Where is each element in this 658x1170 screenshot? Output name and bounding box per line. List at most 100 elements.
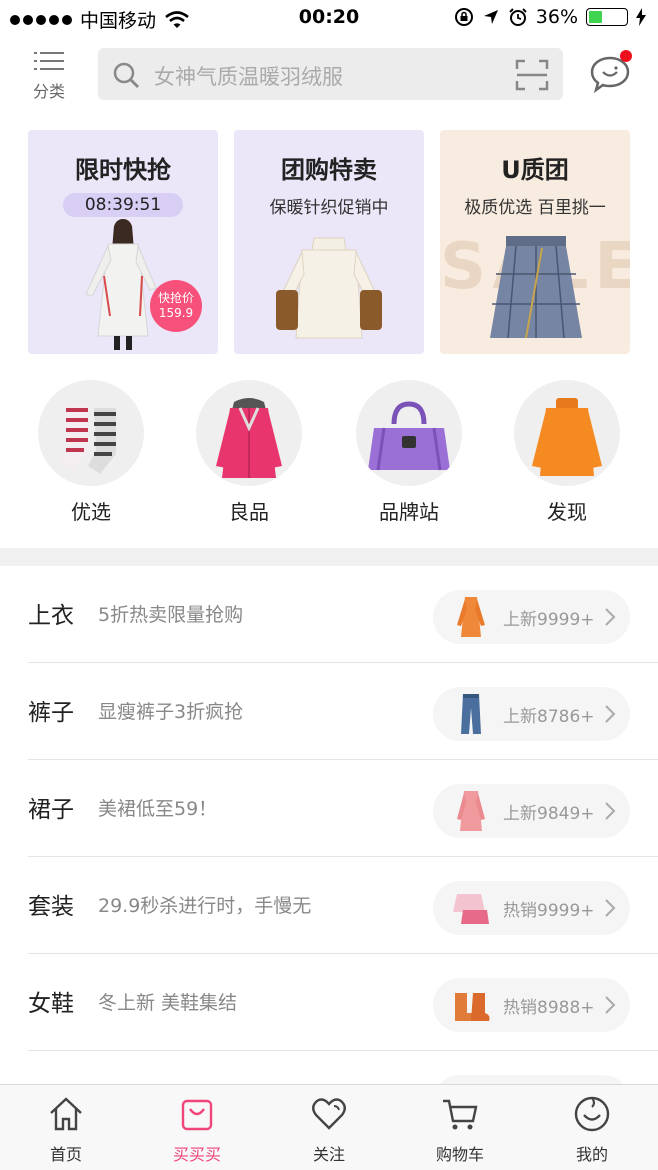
promo-group-buy[interactable]: 团购特卖 保暖针织促销中	[234, 130, 424, 354]
alarm-icon	[509, 8, 527, 26]
category-label: 良品	[229, 500, 269, 524]
outfit-icon	[453, 894, 489, 924]
socks-icon	[60, 404, 116, 474]
status-bar: 中国移动 00:20 36%	[0, 0, 658, 38]
pink-coat-icon	[457, 791, 485, 831]
list-item[interactable]: 上衣 5折热卖限量抢购 上新9999+	[0, 566, 658, 663]
countdown-timer: 08:39:51	[62, 193, 184, 217]
handbag-icon	[368, 401, 450, 471]
category-circle	[356, 380, 462, 486]
message-button[interactable]	[588, 50, 634, 98]
pill-label: 上新9999+	[503, 610, 595, 630]
new-items-pill[interactable]: 上新9849+	[433, 784, 630, 838]
tab-label: 我的	[575, 1145, 608, 1164]
chevron-right-icon	[605, 996, 616, 1014]
tab-follow[interactable]: 关注	[279, 1095, 379, 1165]
list-icon	[34, 50, 64, 72]
category-label: 分类	[32, 82, 65, 101]
pill-label: 热销9999+	[503, 901, 595, 921]
home-icon	[50, 1097, 82, 1131]
battery-percent: 36%	[535, 6, 578, 28]
top-header: 分类 女神气质温暖羽绒服	[0, 44, 658, 108]
category-label: 品牌站	[379, 500, 439, 524]
sweater-icon	[532, 398, 602, 476]
category-brand-station[interactable]: 品牌站	[356, 380, 462, 525]
promo-subtitle: 极质优选 百里挑一	[464, 198, 606, 218]
status-right: 36%	[454, 6, 646, 28]
notification-dot	[620, 50, 632, 62]
list-item[interactable]: 裙子 美裙低至59！ 上新9849+	[0, 760, 658, 857]
battery-icon	[586, 8, 628, 26]
chevron-right-icon	[605, 899, 616, 917]
category-circle	[38, 380, 144, 486]
shopping-bag-icon	[181, 1099, 213, 1131]
row-subtitle: 美裙低至59！	[98, 798, 218, 820]
promo-flash-sale[interactable]: 限时快抢 08:39:51 快抢价 159.9	[28, 130, 218, 354]
bottom-tab-bar: 首页 买买买 关注 购物车 我的	[0, 1084, 658, 1170]
pill-label: 上新9849+	[503, 804, 595, 824]
search-input[interactable]: 女神气质温暖羽绒服	[154, 61, 343, 91]
promo-subtitle: 保暖针织促销中	[269, 198, 389, 218]
tab-home[interactable]: 首页	[16, 1095, 116, 1165]
profile-icon	[574, 1096, 610, 1132]
promo-title: 限时快抢	[75, 156, 171, 184]
category-liangpin[interactable]: 良品	[196, 380, 302, 525]
hot-items-pill[interactable]: 热销9999+	[433, 881, 630, 935]
sweater-image	[276, 237, 382, 339]
price-badge-label: 快抢价	[157, 291, 194, 305]
price-badge-value: 159.9	[158, 306, 194, 320]
model-coat-image	[85, 219, 157, 350]
cart-icon	[443, 1099, 478, 1130]
trench-coat-icon	[457, 597, 485, 637]
location-icon	[483, 10, 498, 24]
search-icon	[113, 62, 139, 88]
promo-quality-group[interactable]: SALE U质团 极质优选 百里挑一	[440, 130, 630, 354]
tab-label: 购物车	[435, 1145, 484, 1164]
row-title: 女鞋	[28, 991, 74, 1017]
charging-icon	[636, 8, 646, 26]
skirt-image	[490, 236, 582, 339]
tab-cart[interactable]: 购物车	[410, 1095, 510, 1165]
section-divider	[0, 548, 658, 566]
row-subtitle: 5折热卖限量抢购	[98, 604, 244, 626]
chevron-right-icon	[605, 705, 616, 723]
tab-mine[interactable]: 我的	[542, 1095, 642, 1165]
promo-title: U质团	[501, 156, 569, 184]
boots-icon	[455, 993, 490, 1021]
heart-icon	[312, 1098, 346, 1130]
new-items-pill[interactable]: 上新8786+	[433, 687, 630, 741]
promo-title: 团购特卖	[281, 156, 377, 184]
row-subtitle: 29.9秒杀进行时，手慢无	[98, 895, 312, 917]
chevron-right-icon	[605, 608, 616, 626]
row-title: 上衣	[28, 603, 74, 629]
category-button[interactable]: 分类	[22, 50, 76, 106]
category-circle	[514, 380, 620, 486]
category-circle	[196, 380, 302, 486]
category-youxuan[interactable]: 优选	[38, 380, 144, 525]
scan-icon[interactable]	[515, 59, 549, 91]
category-discover[interactable]: 发现	[514, 380, 620, 525]
hot-items-pill[interactable]: 热销8988+	[433, 978, 630, 1032]
new-items-pill[interactable]: 上新9999+	[433, 590, 630, 644]
row-subtitle: 显瘦裤子3折疯抢	[98, 701, 244, 723]
rotation-lock-icon	[454, 8, 473, 26]
chevron-right-icon	[605, 802, 616, 820]
tab-label: 关注	[312, 1145, 345, 1164]
list-item[interactable]: 女鞋 冬上新 美鞋集结 热销8988+	[0, 954, 658, 1051]
row-title: 裤子	[28, 700, 74, 726]
coat-icon	[216, 398, 282, 478]
pill-label: 上新8786+	[503, 707, 595, 727]
category-label: 发现	[547, 500, 587, 524]
tab-label: 首页	[49, 1145, 82, 1164]
category-label: 优选	[71, 500, 111, 524]
list-item[interactable]: 套装 29.9秒杀进行时，手慢无 热销9999+	[0, 857, 658, 954]
row-title: 裙子	[28, 797, 74, 823]
row-title: 套装	[28, 894, 74, 920]
tab-buy[interactable]: 买买买	[147, 1095, 247, 1165]
price-badge: 快抢价 159.9	[150, 280, 202, 332]
row-subtitle: 冬上新 美鞋集结	[98, 992, 238, 1014]
jeans-icon	[461, 694, 481, 734]
list-item[interactable]: 裤子 显瘦裤子3折疯抢 上新8786+	[0, 663, 658, 760]
search-bar[interactable]: 女神气质温暖羽绒服	[98, 48, 563, 100]
pill-label: 热销8988+	[503, 998, 595, 1018]
